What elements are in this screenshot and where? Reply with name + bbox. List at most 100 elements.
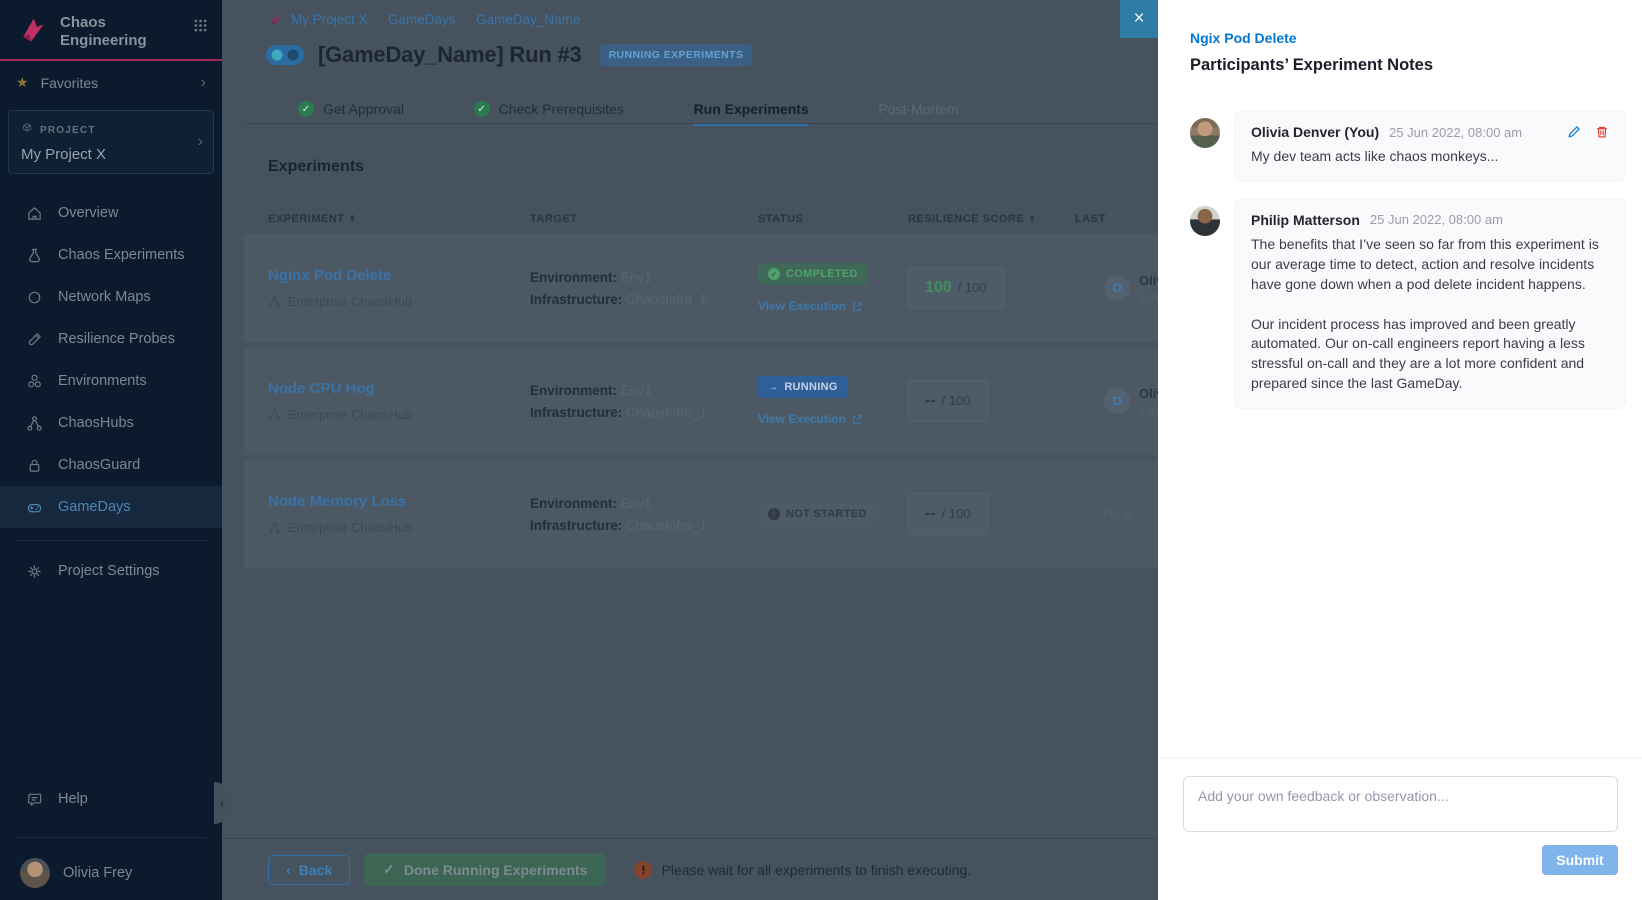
tab-label: Get Approval [323, 101, 404, 117]
breadcrumb-link-gameday-name[interactable]: GameDay_Name [476, 12, 580, 27]
comment-timestamp: 25 Jun 2022, 08:00 am [1389, 125, 1522, 140]
sidebar-item-label: Environments [58, 373, 147, 389]
sidebar-item-network-maps[interactable]: Network Maps [0, 276, 222, 318]
flask-icon [26, 247, 43, 264]
warning-message: ! Please wait for all experiments to fin… [634, 861, 971, 879]
comment-author: Olivia Denver (You) [1251, 124, 1379, 140]
hub-name: Enterprise ChaosHub [288, 407, 412, 422]
submit-button[interactable]: Submit [1542, 845, 1618, 875]
resilience-score: -- / 100 [908, 380, 988, 422]
home-icon [26, 205, 43, 222]
sidebar-item-chaoshubs[interactable]: ChaosHubs [0, 402, 222, 444]
project-name: My Project X [21, 146, 201, 163]
comment-timestamp: 25 Jun 2022, 08:00 am [1370, 212, 1503, 227]
tab-post-mortem[interactable]: Post-Mortem [878, 101, 958, 117]
resilience-score: -- / 100 [908, 493, 988, 535]
sidebar-item-label: Chaos Experiments [58, 247, 185, 263]
comments-list: Olivia Denver (You) 25 Jun 2022, 08:00 a… [1190, 110, 1626, 409]
comment-item: Philip Matterson 25 Jun 2022, 08:00 am T… [1190, 198, 1626, 409]
avatar: O [1104, 275, 1130, 301]
project-label: PROJECT [40, 125, 96, 136]
view-execution-link[interactable]: View Execution [758, 299, 895, 313]
sidebar-item-gamedays[interactable]: GameDays [0, 486, 222, 528]
sidebar-item-label: ChaosHubs [58, 415, 134, 431]
sidebar-item-environments[interactable]: Environments [0, 360, 222, 402]
delete-trash-icon[interactable] [1595, 125, 1609, 139]
external-link-icon [852, 414, 863, 425]
env-label: Environment: [530, 496, 617, 511]
check-circle-icon: ✓ [768, 268, 780, 280]
sidebar-item-project-settings[interactable]: Project Settings [0, 553, 222, 589]
experiments-section-title: Experiments [268, 158, 364, 176]
close-drawer-button[interactable]: × [1120, 0, 1158, 38]
env-value: Env1 [621, 270, 652, 285]
tab-run-experiments[interactable]: Run Experiments [694, 101, 809, 117]
experiment-link[interactable]: Node CPU Hog [268, 380, 530, 397]
drawer-experiment-link[interactable]: Ngix Pod Delete [1190, 30, 1297, 46]
sidebar-item-label: Overview [58, 205, 118, 221]
brand-name: Chaos Engineering [60, 14, 160, 49]
gameday-gamepad-icon [266, 45, 304, 65]
experiment-link[interactable]: Node Memory Loss [268, 493, 530, 510]
chevron-left-icon: ‹ [286, 862, 291, 878]
exclamation-circle-icon: ! [768, 508, 780, 520]
sidebar-item-chaosguard[interactable]: ChaosGuard [0, 444, 222, 486]
breadcrumb-separator: › [376, 12, 381, 27]
sidebar-item-favorites[interactable]: ★ Favorites › [0, 61, 222, 104]
hub-name: Enterprise ChaosHub [288, 520, 412, 535]
help-chat-icon [26, 791, 43, 808]
done-running-experiments-button[interactable]: ✓ Done Running Experiments [364, 853, 606, 886]
env-value: Env1 [621, 383, 652, 398]
brand-header: Chaos Engineering [0, 0, 222, 49]
tab-get-approval[interactable]: ✓ Get Approval [298, 101, 404, 117]
env-value: Env1 [621, 496, 652, 511]
status-badge-not-started: ! NOT STARTED [758, 503, 877, 525]
sidebar-item-overview[interactable]: Overview [0, 192, 222, 234]
page-title: [GameDay_Name] Run #3 [318, 42, 582, 68]
external-link-icon [852, 301, 863, 312]
column-header-target[interactable]: TARGET [530, 213, 745, 225]
chevron-right-icon: › [656, 99, 662, 119]
view-execution-link[interactable]: View Execution [758, 412, 895, 426]
infra-value: ChaosInfra_1 [626, 405, 707, 420]
status-badge-running: → RUNNING [758, 376, 848, 398]
warning-icon: ! [634, 861, 652, 879]
tab-label: Check Prerequisites [499, 101, 624, 117]
back-button[interactable]: ‹ Back [268, 855, 350, 885]
apps-grid-icon[interactable] [193, 18, 208, 38]
tab-check-prerequisites[interactable]: ✓ Check Prerequisites [474, 101, 624, 117]
infra-label: Infrastructure: [530, 518, 622, 533]
cube-icon [21, 121, 33, 139]
feedback-input[interactable] [1183, 776, 1618, 832]
avatar [1190, 206, 1220, 236]
breadcrumb-link-gamedays[interactable]: GameDays [388, 12, 456, 27]
sidebar-item-help[interactable]: Help [0, 782, 222, 816]
infra-label: Infrastructure: [530, 292, 622, 307]
sidebar-item-label: Network Maps [58, 289, 151, 305]
experiment-link[interactable]: Nginx Pod Delete [268, 267, 530, 284]
check-icon: ✓ [383, 861, 395, 878]
circle-radar-icon [26, 289, 43, 306]
sidebar: Chaos Engineering ★ Favorites › PROJECT … [0, 0, 222, 900]
sidebar-item-label: Project Settings [58, 563, 160, 579]
breadcrumb: My Project X › GameDays › GameDay_Name [268, 12, 580, 27]
edit-pencil-icon[interactable] [1567, 125, 1581, 139]
experiment-notes-drawer: Ngix Pod Delete Participants’ Experiment… [1158, 0, 1642, 900]
hub-nodes-icon [268, 295, 281, 308]
project-selector[interactable]: PROJECT My Project X › [8, 110, 214, 174]
column-header-status[interactable]: STATUS [745, 213, 895, 225]
chevron-right-icon: › [201, 75, 206, 91]
user-profile[interactable]: Olivia Frey [0, 858, 222, 888]
sort-icon: ▴▾ [1030, 215, 1034, 223]
hexagons-icon [26, 373, 43, 390]
hub-nodes-icon [26, 415, 43, 432]
breadcrumb-link-project[interactable]: My Project X [291, 12, 368, 27]
column-header-experiment[interactable]: EXPERIMENT ▴▾ [268, 213, 530, 225]
sidebar-item-resilience-probes[interactable]: Resilience Probes [0, 318, 222, 360]
last-run-na: N / A [1075, 506, 1132, 521]
hub-nodes-icon [268, 408, 281, 421]
sidebar-item-chaos-experiments[interactable]: Chaos Experiments [0, 234, 222, 276]
column-header-resilience-score[interactable]: RESILIENCE SCORE ▴▾ [895, 213, 1075, 225]
comment-author: Philip Matterson [1251, 212, 1360, 228]
sidebar-item-label: ChaosGuard [58, 457, 140, 473]
